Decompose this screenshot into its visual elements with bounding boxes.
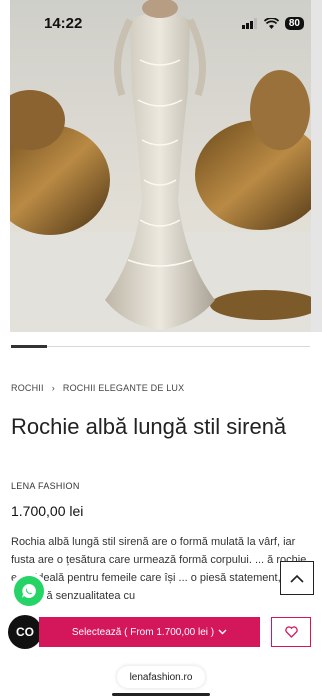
home-indicator[interactable] — [112, 693, 210, 696]
signal-icon — [241, 17, 257, 29]
gallery-progress-track — [11, 346, 310, 347]
product-image[interactable] — [10, 0, 311, 332]
breadcrumb: ROCHII › ROCHII ELEGANTE DE LUX — [11, 383, 184, 393]
browser-url-bar[interactable]: lenafashion.ro — [117, 666, 205, 688]
breadcrumb-item-rochii-elegante[interactable]: ROCHII ELEGANTE DE LUX — [63, 383, 184, 393]
breadcrumb-item-rochii[interactable]: ROCHII — [11, 383, 44, 393]
whatsapp-icon — [22, 584, 36, 598]
wishlist-button[interactable] — [271, 617, 311, 647]
product-brand[interactable]: LENA FASHION — [11, 481, 80, 491]
breadcrumb-separator: › — [51, 383, 55, 393]
whatsapp-button[interactable] — [14, 576, 44, 606]
heart-icon — [284, 626, 298, 638]
status-time: 14:22 — [44, 14, 83, 32]
product-title: Rochie albă lungă stil sirenă — [11, 414, 287, 439]
scroll-to-top-button[interactable] — [280, 561, 314, 595]
gallery-progress-fill — [11, 345, 47, 348]
battery-level: 80 — [284, 16, 304, 30]
select-button[interactable]: Selectează ( From 1.700,00 lei ) — [39, 617, 260, 647]
chevron-up-icon — [290, 574, 304, 583]
wifi-icon — [263, 17, 279, 29]
product-price: 1.700,00 lei — [11, 503, 84, 519]
chevron-down-icon — [218, 629, 227, 635]
product-description: Rochia albă lungă stil sirenă are o form… — [11, 536, 307, 602]
page-scrollbar-track[interactable] — [311, 0, 322, 332]
status-icons: 80 — [241, 16, 304, 30]
select-button-label: Selectează ( From 1.700,00 lei ) — [71, 626, 215, 638]
co-badge-button[interactable]: CO — [8, 615, 42, 649]
status-bar: 14:22 80 — [0, 0, 322, 46]
